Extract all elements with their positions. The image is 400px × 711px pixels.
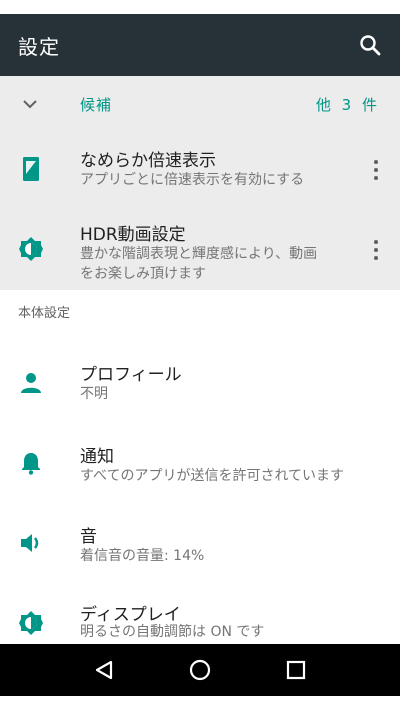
settings-item-subtitle: 不明	[80, 386, 108, 402]
page-title: 設定	[18, 34, 60, 59]
settings-item-display[interactable]: ディスプレイ 明るさの自動調節は ON です	[0, 588, 400, 644]
settings-item-title: プロフィール	[80, 365, 182, 385]
settings-item-subtitle: すべてのアプリが送信を許可されています	[80, 468, 345, 484]
suggestion-subtitle-line1: 豊かな階調表現と輝度感により、動画	[80, 246, 318, 262]
app-bar: 設定	[0, 14, 400, 76]
suggestions-header[interactable]: 候補 他 3 件	[0, 76, 400, 132]
suggestions-count: 他 3 件	[315, 96, 380, 114]
suggestions-title: 候補	[80, 96, 113, 114]
settings-item-subtitle: 明るさの自動調節は ON です	[80, 624, 265, 640]
chevron-down-icon	[22, 96, 38, 112]
more-options-icon[interactable]	[368, 238, 384, 262]
settings-item-title: 通知	[80, 447, 114, 467]
suggestion-item-hdr[interactable]: HDR動画設定 豊かな階調表現と輝度感により、動画 をお楽しみ頂けます	[0, 208, 400, 290]
settings-item-profile[interactable]: プロフィール 不明	[0, 346, 400, 418]
settings-item-subtitle: 着信音の音量: 14%	[80, 548, 205, 564]
phone-speed-icon	[18, 156, 44, 182]
suggestions-card: 候補 他 3 件 なめらか倍速表示 アプリごとに倍速表示を有効にする HDR動画…	[0, 76, 400, 290]
bottom-strip	[0, 696, 400, 711]
brightness-icon	[18, 610, 44, 636]
suggestion-subtitle-line2: をお楽しみ頂けます	[80, 266, 206, 282]
suggestion-title: HDR動画設定	[80, 225, 186, 245]
suggestion-item-smooth-speed[interactable]: なめらか倍速表示 アプリごとに倍速表示を有効にする	[0, 132, 400, 208]
search-icon[interactable]	[356, 31, 384, 59]
more-options-icon[interactable]	[368, 158, 384, 182]
volume-icon	[18, 530, 44, 556]
settings-item-title: 音	[80, 527, 97, 547]
bell-icon	[18, 450, 44, 476]
section-label: 本体設定	[18, 306, 71, 321]
settings-item-notifications[interactable]: 通知 すべてのアプリが送信を許可されています	[0, 428, 400, 500]
home-icon[interactable]	[182, 652, 218, 688]
recents-icon[interactable]	[278, 652, 314, 688]
brightness-icon	[18, 236, 44, 262]
system-nav-bar	[0, 644, 400, 696]
person-icon	[18, 370, 44, 396]
suggestion-title: なめらか倍速表示	[80, 151, 216, 171]
settings-item-sound[interactable]: 音 着信音の音量: 14%	[0, 508, 400, 580]
status-bar-strip	[0, 0, 400, 14]
suggestion-subtitle: アプリごとに倍速表示を有効にする	[80, 172, 305, 188]
back-icon[interactable]	[86, 652, 122, 688]
